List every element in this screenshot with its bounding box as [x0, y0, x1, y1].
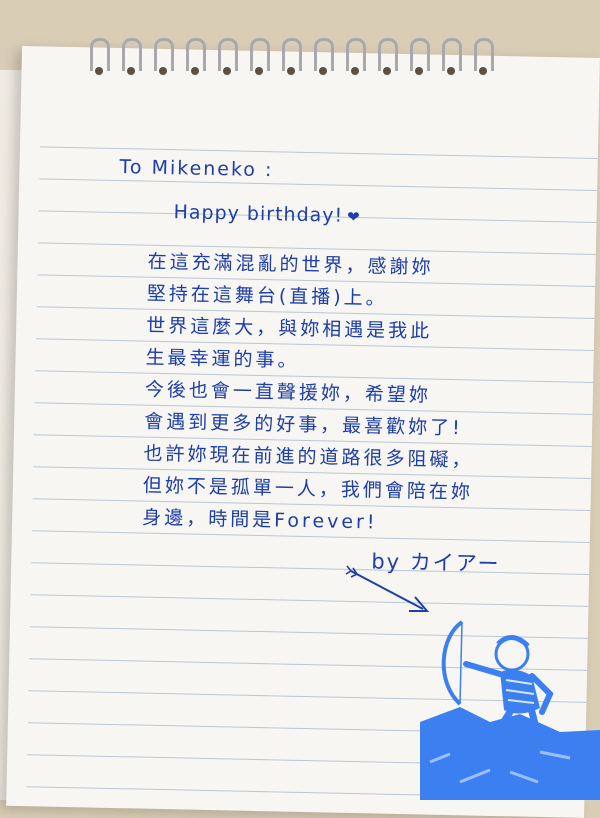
spiral-ring — [218, 38, 238, 75]
letter-greeting: To Mikeneko : — [119, 156, 274, 182]
letter-line: 世界這麼大，與妳相遇是我此 — [146, 314, 433, 343]
spiral-binding — [90, 38, 520, 78]
ruled-line — [31, 562, 590, 575]
birthday-wish-line: Happy birthday! ❤ — [173, 201, 361, 227]
spiral-ring — [346, 38, 366, 75]
letter-line: 生最幸運的事。 — [145, 346, 300, 372]
spiral-ring — [90, 38, 110, 75]
letter-line: 但妳不是孤單一人，我們會陪在妳 — [142, 474, 474, 504]
ruled-line — [39, 178, 598, 192]
letter-line: 在這充滿混亂的世界，感謝妳 — [147, 250, 434, 279]
spiral-ring — [122, 38, 142, 75]
letter-line: 身邊，時間是Forever! — [141, 506, 378, 534]
spiral-ring — [410, 38, 430, 75]
spiral-ring — [250, 38, 270, 75]
spiral-ring — [442, 38, 462, 75]
spiral-ring — [474, 38, 494, 75]
letter-line: 也許妳現在前進的道路很多阻礙， — [143, 442, 474, 472]
letter-line: 會遇到更多的好事，最喜歡妳了! — [143, 410, 464, 440]
arrow-doodle — [345, 565, 430, 612]
spiral-ring — [314, 38, 334, 75]
archer-stamp — [420, 620, 600, 800]
heart-icon: ❤ — [346, 207, 361, 227]
spiral-ring — [282, 38, 302, 75]
letter-line: 今後也會一直聲援妳，希望妳 — [144, 378, 432, 407]
birthday-wish-text: Happy birthday! — [173, 201, 344, 227]
spiral-ring — [186, 38, 206, 75]
spiral-ring — [378, 38, 398, 75]
letter-line: 堅持在這舞台(直播)上。 — [146, 282, 388, 310]
spiral-ring — [154, 38, 174, 75]
ruled-line — [30, 594, 589, 607]
